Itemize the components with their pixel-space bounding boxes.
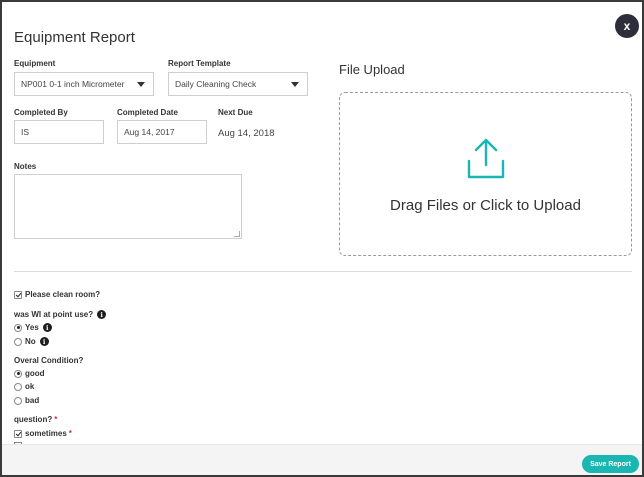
resize-handle-icon[interactable] <box>234 231 240 237</box>
sometimes-label: sometimes <box>25 429 67 438</box>
condition-bad-label: bad <box>25 396 40 405</box>
report-template-label: Report Template <box>168 59 231 68</box>
chevron-down-icon <box>291 81 299 87</box>
condition-bad-radio[interactable] <box>14 396 22 405</box>
report-template-select[interactable]: Daily Cleaning Check <box>168 72 308 96</box>
equipment-label: Equipment <box>14 59 56 68</box>
completed-by-input[interactable]: IS <box>14 120 104 144</box>
equipment-select-value: NP001 0-1 inch Micrometer <box>21 79 125 89</box>
upload-icon <box>467 138 505 179</box>
next-due-label: Next Due <box>218 108 253 117</box>
clean-room-checkbox[interactable] <box>14 290 22 299</box>
condition-question-row: Overal Condition? <box>14 356 83 365</box>
wi-no-label: No <box>25 337 36 346</box>
clean-room-checkbox-row[interactable]: Please clean room? <box>14 290 100 299</box>
condition-ok-label: ok <box>25 382 35 391</box>
info-icon[interactable]: i <box>39 337 49 346</box>
completed-by-label: Completed By <box>14 108 68 117</box>
file-dropzone[interactable]: Drag Files or Click to Upload <box>339 92 632 256</box>
condition-option-good[interactable]: good <box>14 369 45 378</box>
wi-yes-label: Yes <box>25 323 39 332</box>
condition-ok-radio[interactable] <box>14 382 22 391</box>
notes-label: Notes <box>14 162 37 171</box>
required-marker: * <box>54 415 58 424</box>
completed-date-input[interactable]: Aug 14, 2017 <box>117 120 207 144</box>
sometimes-checkbox[interactable] <box>14 429 22 438</box>
wi-no-radio[interactable] <box>14 337 22 346</box>
info-icon[interactable]: i <box>42 323 52 332</box>
section-divider <box>14 271 632 272</box>
completed-date-label: Completed Date <box>117 108 178 117</box>
file-upload-title: File Upload <box>339 62 405 77</box>
clean-room-label: Please clean room? <box>25 290 101 299</box>
chevron-down-icon <box>137 81 145 87</box>
wi-option-no[interactable]: No i <box>14 337 49 346</box>
next-due-value: Aug 14, 2018 <box>218 128 275 139</box>
report-template-select-value: Daily Cleaning Check <box>175 79 257 89</box>
modal-footer <box>2 444 642 475</box>
condition-option-bad[interactable]: bad <box>14 396 39 405</box>
condition-option-ok[interactable]: ok <box>14 382 34 391</box>
condition-good-label: good <box>25 369 45 378</box>
equipment-select[interactable]: NP001 0-1 inch Micrometer <box>14 72 154 96</box>
wi-option-yes[interactable]: Yes i <box>14 323 52 332</box>
save-report-button[interactable]: Save Report <box>582 455 639 473</box>
wi-question-label: was WI at point use? <box>14 310 94 319</box>
wi-yes-radio[interactable] <box>14 323 22 332</box>
notes-textarea[interactable] <box>14 174 242 239</box>
close-button[interactable]: x <box>615 14 639 38</box>
close-icon[interactable]: x <box>624 19 631 33</box>
question-option-sometimes[interactable]: sometimes * <box>14 429 72 438</box>
wi-question-row: was WI at point use? i <box>14 310 107 319</box>
question-label: question? <box>14 415 53 424</box>
condition-question-label: Overal Condition? <box>14 356 84 365</box>
modal-title: Equipment Report <box>14 29 135 46</box>
condition-good-radio[interactable] <box>14 369 22 378</box>
required-marker: * <box>68 429 72 438</box>
dropzone-prompt: Drag Files or Click to Upload <box>390 197 581 214</box>
info-icon[interactable]: i <box>97 310 107 319</box>
question-row: question? * <box>14 415 57 424</box>
equipment-report-modal: Equipment Report x Equipment NP001 0-1 i… <box>0 0 644 477</box>
